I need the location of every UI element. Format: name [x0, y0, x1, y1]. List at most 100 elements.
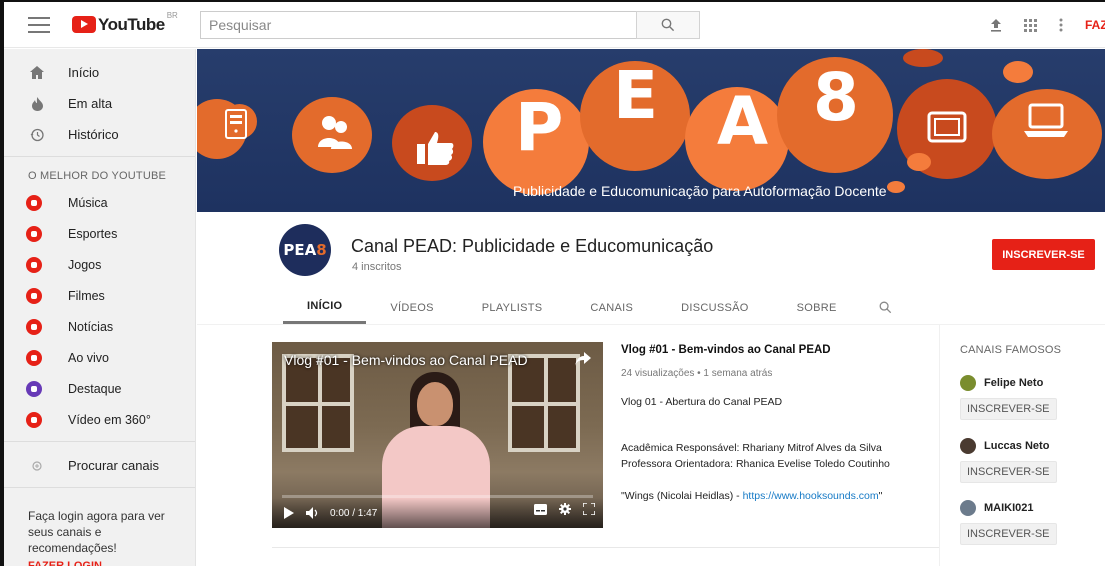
- video-scene-window: [508, 354, 580, 452]
- sidebar-item-label: Início: [68, 65, 100, 80]
- main-content: P E A 8 Publicidade e Educomunicação par…: [197, 49, 1105, 566]
- video-scene-window: [282, 354, 354, 452]
- sidebar-item-label: Em alta: [68, 96, 113, 111]
- thumbs-up-icon: [417, 132, 454, 165]
- channel-name[interactable]: MAIKI021: [984, 502, 1034, 514]
- search-input[interactable]: [200, 11, 636, 39]
- tab-home[interactable]: INÍCIO: [283, 291, 367, 324]
- volume-icon[interactable]: [306, 507, 320, 519]
- top-actions: FAZER LOGIN: [990, 2, 1105, 48]
- sign-in-button[interactable]: FAZER LOGIN: [1085, 18, 1105, 32]
- sidebar-item-spotlight[interactable]: Destaque: [4, 373, 195, 404]
- channel-search-icon[interactable]: [871, 291, 901, 324]
- avatar-text: PEA8: [283, 241, 327, 259]
- description-line: Vlog 01 - Abertura do Canal PEAD: [621, 396, 783, 408]
- channel-avatar[interactable]: PEA8: [279, 224, 331, 276]
- channel-entry: Luccas Neto INSCREVER-SE: [960, 436, 1100, 483]
- logo-wordmark: YouTube: [98, 14, 165, 34]
- channel-avatar-icon[interactable]: [960, 500, 976, 516]
- sports-icon: [26, 225, 42, 242]
- banner-subtitle: Publicidade e Educomunicação para Autofo…: [513, 183, 887, 199]
- search-icon: [661, 18, 675, 32]
- channel-avatar-icon[interactable]: [960, 375, 976, 391]
- sidebar-divider: [4, 441, 195, 442]
- video-time: 0:00 / 1:47: [330, 507, 378, 519]
- fullscreen-icon[interactable]: [582, 502, 596, 520]
- channel-subscribe-button[interactable]: INSCREVER-SE: [960, 398, 1057, 420]
- sidebar-divider: [4, 156, 195, 157]
- sidebar-item-news[interactable]: Notícias: [4, 311, 195, 342]
- sidebar-login-link[interactable]: FAZER LOGIN: [4, 556, 195, 566]
- computer-tower-icon: [225, 109, 247, 139]
- sidebar-item-label: Notícias: [68, 319, 114, 334]
- channel-title: Canal PEAD: Publicidade e Educomunicação: [351, 236, 714, 256]
- youtube-play-icon: [72, 16, 96, 33]
- upload-icon[interactable]: [990, 18, 1002, 32]
- sidebar-item-sports[interactable]: Esportes: [4, 218, 195, 249]
- apps-grid-icon[interactable]: [1024, 18, 1037, 32]
- channel-tabs: INÍCIO VÍDEOS PLAYLISTS CANAIS DISCUSSÃO…: [283, 291, 901, 324]
- sidebar-item-trending[interactable]: Em alta: [4, 88, 195, 119]
- featured-video-meta: 24 visualizações • 1 semana atrás: [621, 368, 773, 379]
- sidebar-divider: [4, 487, 195, 488]
- player-right-controls: [534, 502, 596, 520]
- featured-video-title[interactable]: Vlog #01 - Bem-vindos ao Canal PEAD: [621, 344, 831, 356]
- more-options-icon[interactable]: [1059, 18, 1063, 32]
- sidebar-item-gaming[interactable]: Jogos: [4, 249, 195, 280]
- popular-channels-title: CANAIS FAMOSOS: [960, 344, 1062, 356]
- section-divider: [272, 547, 939, 548]
- sidebar-item-live[interactable]: Ao vivo: [4, 342, 195, 373]
- add-channel-icon: [28, 460, 46, 471]
- tab-channels[interactable]: CANAIS: [566, 291, 657, 324]
- sidebar-item-label: Histórico: [68, 127, 119, 142]
- sidebar-item-360-video[interactable]: Vídeo em 360°: [4, 404, 195, 435]
- sidebar-item-history[interactable]: Histórico: [4, 119, 195, 150]
- subscribe-button[interactable]: INSCREVER-SE: [992, 239, 1095, 270]
- sidebar-item-label: Filmes: [68, 288, 105, 303]
- hamburger-menu-icon[interactable]: [28, 16, 50, 33]
- channel-avatar-icon[interactable]: [960, 438, 976, 454]
- share-icon[interactable]: [575, 352, 591, 371]
- channel-subscribe-button[interactable]: INSCREVER-SE: [960, 523, 1057, 545]
- player-title: Vlog #01 - Bem-vindos ao Canal PEAD: [284, 352, 528, 368]
- laptop-icon: [1024, 103, 1068, 137]
- banner-bubble: [907, 153, 931, 171]
- tab-playlists[interactable]: PLAYLISTS: [458, 291, 567, 324]
- sidebar-item-label: Ao vivo: [68, 350, 109, 365]
- spotlight-icon: [26, 380, 42, 397]
- featured-video-description: Vlog 01 - Abertura do Canal PEAD Acadêmi…: [621, 394, 931, 504]
- video-player[interactable]: Vlog #01 - Bem-vindos ao Canal PEAD 0:00…: [272, 342, 603, 528]
- tab-about[interactable]: SOBRE: [773, 291, 861, 324]
- video-scene-face: [417, 382, 453, 426]
- channel-name[interactable]: Felipe Neto: [984, 377, 1043, 389]
- 360-video-icon: [26, 411, 42, 428]
- description-line: "Wings (Nicolai Heidlas) - https://www.h…: [621, 490, 883, 502]
- subscriber-count: 4 inscritos: [352, 261, 402, 273]
- music-icon: [26, 194, 42, 211]
- channel-entry: MAIKI021 INSCREVER-SE: [960, 498, 1100, 545]
- search-button[interactable]: [636, 11, 700, 39]
- popular-channels-panel: CANAIS FAMOSOS Felipe Neto INSCREVER-SE …: [939, 325, 1105, 566]
- news-icon: [26, 318, 42, 335]
- sidebar-item-browse-channels[interactable]: Procurar canais: [4, 450, 195, 481]
- description-line: Professora Orientadora: Rhanica Evelise …: [621, 458, 890, 470]
- channel-header: PEA8 Canal PEAD: Publicidade e Educomuni…: [197, 212, 1105, 324]
- channel-name[interactable]: Luccas Neto: [984, 440, 1049, 452]
- sidebar-item-label: Esportes: [68, 226, 118, 241]
- description-line: Acadêmica Responsável: Rhariany Mitrof A…: [621, 442, 882, 454]
- youtube-logo[interactable]: YouTube BR: [72, 11, 178, 35]
- sidebar-item-movies[interactable]: Filmes: [4, 280, 195, 311]
- people-icon: [318, 116, 352, 149]
- sidebar-item-home[interactable]: Início: [4, 57, 195, 88]
- live-icon: [26, 349, 42, 366]
- sidebar-item-music[interactable]: Música: [4, 187, 195, 218]
- tab-videos[interactable]: VÍDEOS: [366, 291, 457, 324]
- settings-gear-icon[interactable]: [559, 502, 571, 520]
- description-link[interactable]: https://www.hooksounds.com: [743, 490, 879, 502]
- play-icon[interactable]: [284, 507, 294, 519]
- history-icon: [28, 128, 46, 142]
- tab-discussion[interactable]: DISCUSSÃO: [657, 291, 773, 324]
- subtitles-icon[interactable]: [534, 502, 547, 520]
- banner-letter-p: P: [515, 89, 564, 166]
- channel-subscribe-button[interactable]: INSCREVER-SE: [960, 461, 1057, 483]
